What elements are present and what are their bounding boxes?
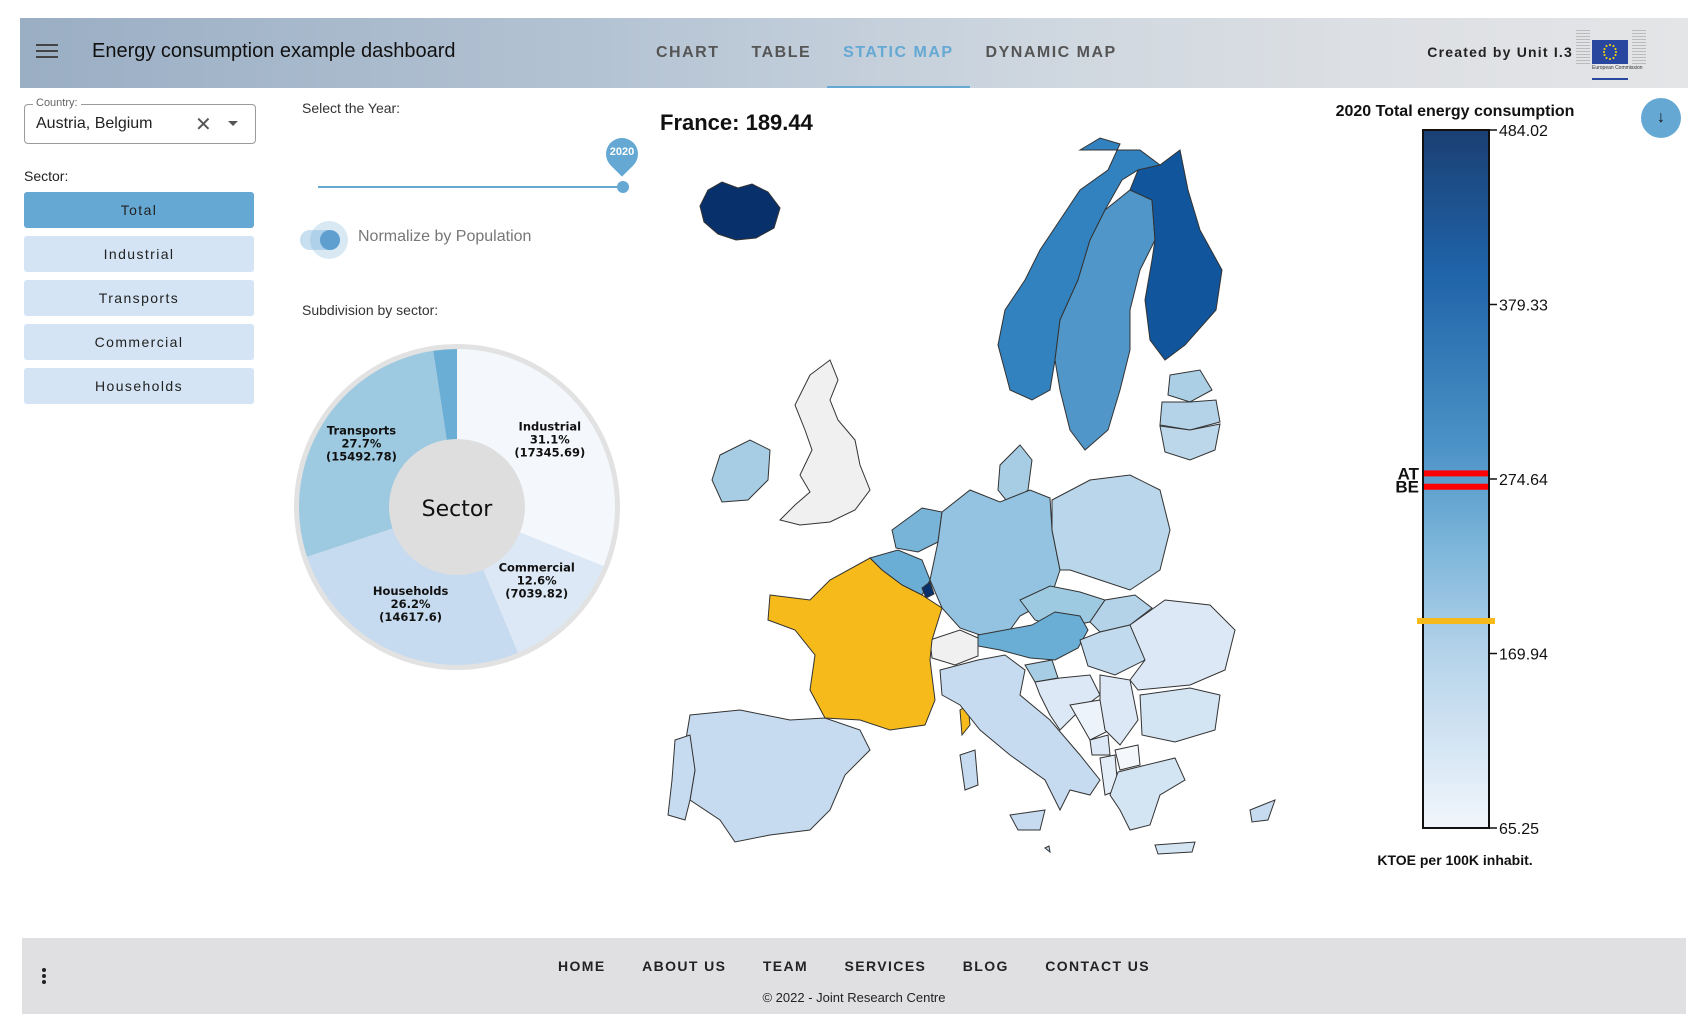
donut-label-households-pct: 26.2% [391, 597, 431, 611]
eu-flag-icon [1592, 40, 1628, 64]
normalize-toggle-label: Normalize by Population [358, 228, 532, 245]
footer-link-blog[interactable]: BLOG [963, 958, 1009, 974]
donut-label-commercial-pct: 12.6% [517, 574, 557, 588]
logo-building-right [1632, 30, 1646, 64]
donut-label-commercial-value: (7039.82) [505, 587, 568, 601]
country-poland[interactable] [1051, 474, 1171, 591]
donut-label-industrial-value: (17345.69) [514, 445, 585, 459]
sector-total-button[interactable]: Total [24, 192, 254, 228]
subdivision-label: Subdivision by sector: [302, 302, 439, 318]
app-bar: Energy consumption example dashboard CHA… [20, 18, 1688, 88]
year-slider-track[interactable] [318, 186, 622, 188]
donut-center-label: Sector [422, 497, 494, 522]
colorbar-marker-hovered [1417, 618, 1495, 625]
footer-link-services[interactable]: SERVICES [845, 958, 927, 974]
colorbar-legend: 484.02379.33274.64169.9465.25 ATBE [1395, 123, 1548, 838]
year-slider-value: 2020 [609, 146, 635, 158]
download-button[interactable]: ↓ [1641, 98, 1681, 138]
country-cyprus[interactable] [1249, 799, 1276, 823]
year-label: Select the Year: [302, 100, 401, 116]
legend-unit: KTOE per 100K inhabit. [1377, 852, 1533, 868]
colorbar-tick-label: 484.02 [1499, 123, 1548, 140]
clear-icon[interactable]: ✕ [195, 112, 212, 137]
footer-link-about-us[interactable]: ABOUT US [642, 958, 726, 974]
donut-label-industrial-name: Industrial [519, 419, 582, 433]
nav-tabs: CHART TABLE STATIC MAP DYNAMIC MAP [640, 18, 1133, 88]
country-portugal[interactable] [667, 734, 696, 821]
country-north-macedonia[interactable] [1114, 744, 1141, 771]
donut-label-households-value: (14617.6) [379, 610, 442, 624]
country-ireland[interactable] [711, 439, 771, 503]
donut-label-transports-name: Transports [327, 423, 396, 437]
logo-building-left [1576, 30, 1590, 64]
tab-dynamic-map[interactable]: DYNAMIC MAP [970, 18, 1133, 88]
country-bulgaria[interactable] [1139, 687, 1221, 743]
country-spain[interactable] [684, 709, 871, 843]
footer-link-contact-us[interactable]: CONTACT US [1045, 958, 1150, 974]
country-crete[interactable] [1154, 841, 1196, 855]
tab-static-map[interactable]: STATIC MAP [827, 18, 970, 88]
logo-text: European Commission [1592, 65, 1643, 71]
country-serbia[interactable] [1099, 674, 1139, 746]
footer-link-team[interactable]: TEAM [763, 958, 808, 974]
country-select[interactable]: Country: Austria, Belgium ✕ [24, 97, 256, 144]
european-commission-logo: European Commission [1576, 26, 1658, 82]
country-romania[interactable] [1129, 599, 1236, 691]
country-select-value: Austria, Belgium [36, 115, 153, 132]
country-uk[interactable] [779, 359, 871, 526]
country-italy-sardinia[interactable] [959, 749, 979, 791]
sector-donut-chart: Sector Industrial31.1%(17345.69) Commerci… [294, 344, 620, 670]
footer-link-home[interactable]: HOME [558, 958, 606, 974]
footer: HOME ABOUT US TEAM SERVICES BLOG CONTACT… [22, 938, 1686, 1014]
app-title: Energy consumption example dashboard [92, 40, 456, 62]
colorbar-tick-label: 65.25 [1499, 821, 1539, 838]
sector-industrial-button[interactable]: Industrial [24, 236, 254, 272]
footer-links: HOME ABOUT US TEAM SERVICES BLOG CONTACT… [22, 958, 1686, 976]
colorbar-gradient [1422, 129, 1490, 829]
logo-bar [1592, 78, 1628, 80]
country-switzerland[interactable] [929, 629, 979, 666]
credit-text: Created by Unit I.3 [1427, 44, 1573, 60]
colorbar-marker-at [1424, 470, 1488, 477]
colorbar-marker-label-be: BE [1395, 478, 1419, 497]
europe-choropleth-map [667, 137, 1276, 855]
sector-label: Sector: [24, 168, 69, 184]
country-iceland[interactable] [699, 181, 781, 241]
hamburger-menu-icon[interactable] [36, 40, 58, 62]
country-netherlands[interactable] [891, 507, 943, 553]
copyright-text: © 2022 - Joint Research Centre [762, 990, 946, 1005]
donut-label-households-name: Households [373, 584, 449, 598]
legend-title: 2020 Total energy consumption [1335, 103, 1575, 120]
country-italy-sicily[interactable] [1009, 809, 1046, 831]
sector-commercial-button[interactable]: Commercial [24, 324, 254, 360]
country-field-label: Country: [33, 97, 81, 109]
tab-table[interactable]: TABLE [736, 18, 828, 88]
year-slider-thumb[interactable] [617, 181, 629, 193]
donut-label-commercial-name: Commercial [499, 561, 575, 575]
colorbar-marker-be [1424, 483, 1488, 490]
normalize-toggle[interactable] [298, 221, 348, 259]
donut-label-industrial-pct: 31.1% [530, 432, 570, 446]
country-estonia[interactable] [1167, 369, 1213, 403]
colorbar-tick-label: 169.94 [1499, 647, 1548, 664]
country-malta[interactable] [1044, 845, 1051, 854]
colorbar-tick-label: 274.64 [1499, 472, 1548, 489]
donut-label-transports-value: (15492.78) [326, 449, 397, 463]
arrow-down-icon: ↓ [1657, 109, 1665, 126]
donut-label-transports-pct: 27.7% [342, 436, 382, 450]
toggle-knob [320, 230, 340, 250]
caret-down-icon[interactable] [228, 121, 238, 126]
colorbar-tick-label: 379.33 [1499, 297, 1548, 314]
sector-transports-button[interactable]: Transports [24, 280, 254, 316]
sector-households-button[interactable]: Households [24, 368, 254, 404]
tab-chart[interactable]: CHART [640, 18, 736, 88]
